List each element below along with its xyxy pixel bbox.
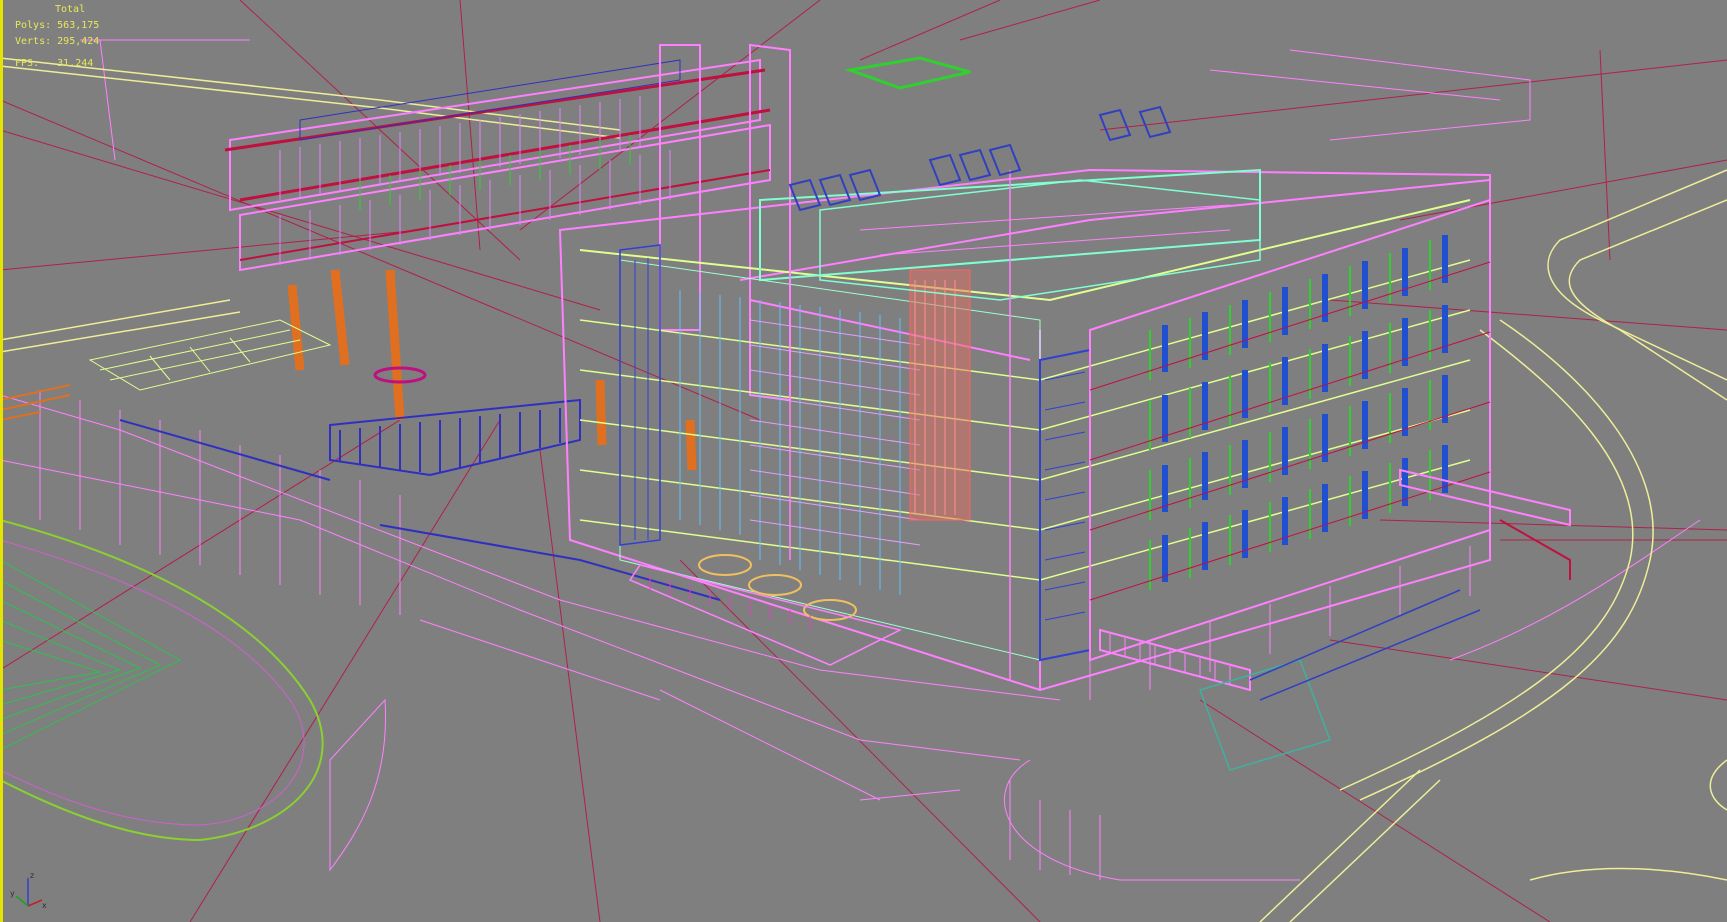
perspective-viewport[interactable]: Total Polys: 563,175 Verts: 295,424 FPS:… — [0, 0, 1727, 922]
wireframe-scene[interactable] — [0, 0, 1727, 922]
plaza-railing — [119, 398, 721, 601]
walkway — [1099, 468, 1571, 771]
viewport-statistics: Total Polys: 563,175 Verts: 295,424 FPS:… — [15, 2, 99, 72]
lawn-outlines — [0, 519, 324, 842]
roof-skylights — [788, 105, 1172, 212]
left-edge-railings — [0, 384, 71, 421]
y-axis-line — [15, 895, 29, 907]
y-axis-label: y — [10, 889, 15, 898]
polys-row: Polys: 563,175 — [15, 18, 99, 34]
verts-label: Verts: — [15, 36, 52, 47]
active-viewport-border — [0, 0, 3, 922]
stats-header: Total — [55, 4, 86, 15]
fps-row: FPS: 31.244 — [15, 56, 99, 72]
polys-value: 563,175 — [57, 20, 100, 31]
east-facade — [1089, 198, 1491, 700]
orange-columns — [287, 269, 697, 471]
fps-value: 31.244 — [57, 58, 94, 69]
x-axis-label: x — [42, 901, 47, 910]
x-axis-line — [27, 899, 43, 907]
polys-label: Polys: — [15, 20, 52, 31]
fps-label: FPS: — [15, 58, 40, 69]
verts-row: Verts: 295,424 — [15, 34, 99, 50]
canopy-structure — [224, 43, 791, 402]
roof-tank — [844, 56, 971, 90]
z-axis-label: z — [30, 871, 34, 880]
axis-tripod-icon: z y x — [10, 871, 47, 910]
road-outlines — [0, 57, 1727, 922]
verts-value: 295,424 — [57, 36, 100, 47]
plaza-paving — [88, 319, 427, 391]
